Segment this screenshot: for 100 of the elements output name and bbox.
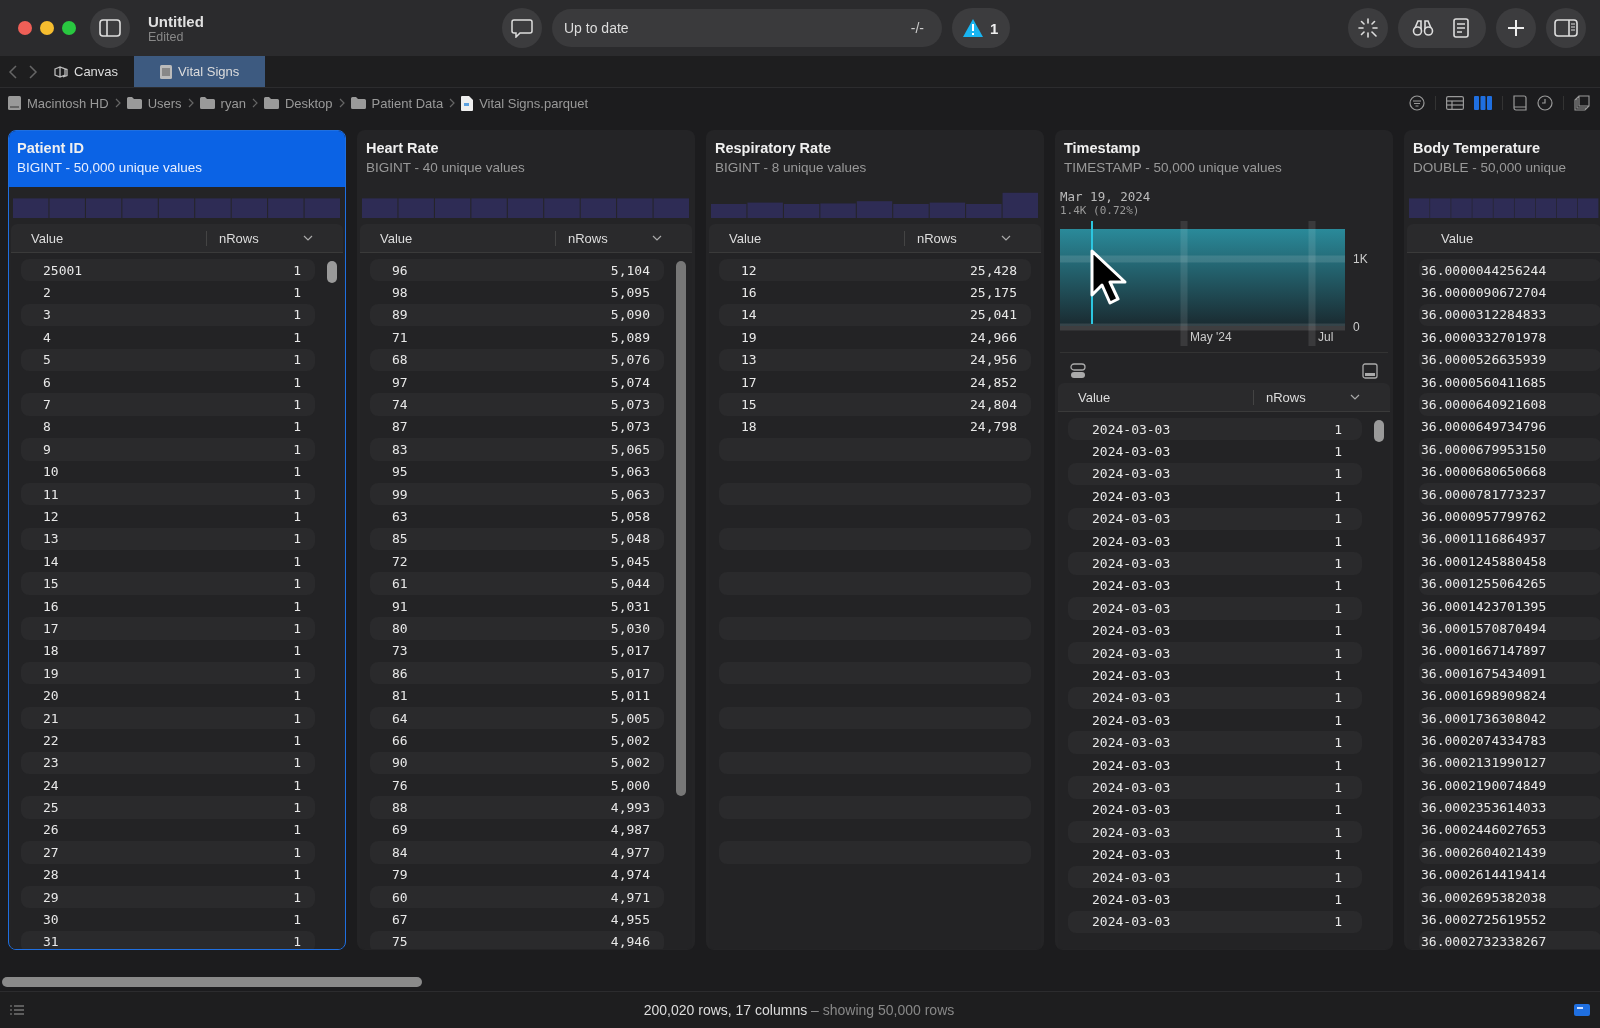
table-row[interactable]: 2024-03-03 1 — [1068, 462, 1362, 486]
table-row[interactable]: 36.0001667147897 — [1419, 639, 1600, 663]
table-row[interactable]: 36.0000679953150 — [1419, 438, 1600, 461]
table-row[interactable]: 24 1 — [21, 774, 315, 797]
table-row[interactable]: 18 1 — [21, 639, 315, 663]
table-row[interactable]: 89 5,090 — [370, 303, 664, 327]
filter-icon[interactable] — [1409, 95, 1425, 111]
table-row[interactable]: 79 4,974 — [370, 863, 664, 886]
scrollbar-thumb[interactable] — [676, 261, 686, 796]
table-row[interactable]: 97 5,074 — [370, 370, 664, 394]
table-row[interactable]: 85 5,048 — [370, 527, 664, 551]
column-header[interactable]: nRows — [1253, 389, 1346, 405]
chevron-down-icon[interactable] — [1350, 394, 1360, 400]
table-row[interactable]: 67 4,955 — [370, 908, 664, 931]
table-row[interactable]: 73 5,017 — [370, 639, 664, 663]
table-row[interactable]: 2024-03-03 1 — [1068, 507, 1362, 530]
breadcrumb-item[interactable]: Users — [126, 95, 182, 111]
add-button[interactable] — [1496, 8, 1536, 48]
table-row[interactable]: 61 5,044 — [370, 572, 664, 595]
table-row[interactable]: 36.0000649734796 — [1419, 415, 1600, 439]
table-row[interactable]: 2024-03-03 1 — [1068, 843, 1362, 866]
table-row[interactable]: 98 5,095 — [370, 281, 664, 304]
table-row[interactable]: 99 5,063 — [370, 482, 664, 506]
panel-icon[interactable] — [1574, 1004, 1590, 1016]
table-row[interactable]: 17 24,852 — [719, 370, 1031, 394]
column-header[interactable]: Value — [709, 230, 904, 246]
column-header[interactable]: nRows — [555, 230, 648, 246]
table-row[interactable]: 29 1 — [21, 885, 315, 909]
table-row[interactable]: 36.0000781773237 — [1419, 482, 1600, 506]
table-row[interactable]: 2024-03-03 1 — [1068, 641, 1362, 665]
table-row[interactable]: 2024-03-03 1 — [1068, 418, 1362, 441]
column-panel[interactable] — [1404, 130, 1600, 950]
table-row[interactable]: 17 1 — [21, 617, 315, 640]
table-row[interactable]: 26 1 — [21, 818, 315, 842]
table-row[interactable]: 36.0002725619552 — [1419, 908, 1600, 931]
table-row[interactable]: 36.0001698909824 — [1419, 684, 1600, 707]
magic-button[interactable] — [1348, 8, 1388, 48]
table-row[interactable]: 36.0002131990127 — [1419, 751, 1600, 774]
breadcrumb-item[interactable]: ryan — [199, 95, 246, 111]
table-row[interactable]: 6 1 — [21, 370, 315, 394]
table-row[interactable]: 25 1 — [21, 796, 315, 819]
table-row[interactable]: 36.0001736308042 — [1419, 706, 1600, 730]
chevron-down-icon[interactable] — [1001, 235, 1011, 241]
table-row[interactable]: 36.0002353614033 — [1419, 796, 1600, 819]
table-row[interactable]: 23 1 — [21, 751, 315, 774]
list-icon[interactable] — [10, 1004, 24, 1016]
panel-bottom-icon[interactable] — [1362, 363, 1378, 379]
table-row[interactable]: 25001 1 — [21, 259, 315, 282]
zoom-button[interactable] — [62, 21, 76, 35]
table-row[interactable]: 66 5,002 — [370, 729, 664, 752]
table-row[interactable]: 19 1 — [21, 662, 315, 685]
table-row[interactable]: 21 1 — [21, 706, 315, 730]
book-icon[interactable] — [1513, 95, 1527, 111]
table-row[interactable]: 74 5,073 — [370, 393, 664, 416]
column-header[interactable]: nRows — [206, 230, 299, 246]
table-row[interactable]: 69 4,987 — [370, 818, 664, 842]
table-row[interactable]: 88 4,993 — [370, 796, 664, 819]
table-row[interactable]: 2024-03-03 1 — [1068, 821, 1362, 844]
column-header[interactable]: nRows — [904, 230, 997, 246]
table-row[interactable]: 2024-03-03 1 — [1068, 440, 1362, 463]
breadcrumb-item[interactable]: Desktop — [263, 95, 333, 111]
table-row[interactable]: 2024-03-03 1 — [1068, 888, 1362, 911]
table-row[interactable]: 2 1 — [21, 281, 315, 304]
table-row[interactable]: 36.0002732338267 — [1419, 930, 1600, 949]
table-row[interactable]: 2024-03-03 1 — [1068, 910, 1362, 933]
table-row[interactable]: 76 5,000 — [370, 774, 664, 797]
table-row[interactable]: 9 1 — [21, 438, 315, 461]
table-row[interactable]: 31 1 — [21, 930, 315, 949]
inspector-toggle-button[interactable] — [1546, 8, 1586, 48]
table-row[interactable]: 36.0000090672704 — [1419, 281, 1600, 304]
table-row[interactable]: 2024-03-03 1 — [1068, 529, 1362, 553]
scrollbar-thumb[interactable] — [327, 261, 337, 283]
table-row[interactable]: 18 24,798 — [719, 415, 1031, 439]
table-row[interactable]: 83 5,065 — [370, 438, 664, 461]
table-row[interactable]: 3 1 — [21, 303, 315, 327]
columns-view-icon[interactable] — [1474, 96, 1492, 110]
table-row[interactable]: 87 5,073 — [370, 415, 664, 439]
toggles-icon[interactable] — [1070, 363, 1086, 379]
table-row[interactable]: 36.0002446027653 — [1419, 818, 1600, 842]
table-row[interactable]: 22 1 — [21, 729, 315, 752]
table-row[interactable]: 13 24,956 — [719, 348, 1031, 371]
table-row[interactable]: 2024-03-03 1 — [1068, 709, 1362, 732]
table-row[interactable]: 5 1 — [21, 348, 315, 371]
column-header[interactable]: Value — [360, 230, 555, 246]
table-row[interactable]: 36.0002190074849 — [1419, 774, 1600, 797]
table-row[interactable]: 63 5,058 — [370, 505, 664, 528]
table-row[interactable]: 36.0000560411685 — [1419, 370, 1600, 394]
scrollbar-thumb[interactable] — [1374, 420, 1384, 442]
table-row[interactable]: 36.0000680650668 — [1419, 460, 1600, 483]
table-row[interactable]: 36.0000526635939 — [1419, 348, 1600, 371]
table-row[interactable]: 81 5,011 — [370, 684, 664, 707]
table-row[interactable]: 36.0000640921608 — [1419, 393, 1600, 416]
table-row[interactable]: 14 25,041 — [719, 303, 1031, 327]
table-row[interactable]: 96 5,104 — [370, 259, 664, 282]
table-row[interactable]: 36.0001245880458 — [1419, 550, 1600, 573]
table-row[interactable]: 2024-03-03 1 — [1068, 798, 1362, 822]
table-row[interactable]: 20 1 — [21, 684, 315, 707]
table-row[interactable]: 90 5,002 — [370, 751, 664, 774]
table-row[interactable]: 2024-03-03 1 — [1068, 552, 1362, 575]
table-view-icon[interactable] — [1446, 96, 1464, 110]
